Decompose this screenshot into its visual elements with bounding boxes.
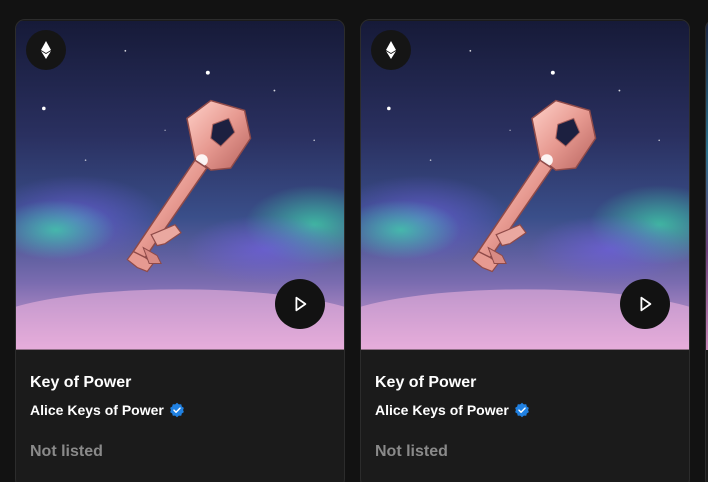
play-icon: [291, 295, 309, 313]
creator-name[interactable]: Alice Keys of Power: [375, 402, 509, 418]
nft-info: Key of Power Alice Keys of Power Not lis…: [361, 350, 689, 461]
nft-card[interactable]: Key of Power Alice Keys of Power Not lis…: [15, 19, 345, 482]
chain-badge: [371, 30, 411, 70]
verified-badge-icon: [514, 402, 530, 418]
chain-badge: [26, 30, 66, 70]
listing-status: Not listed: [30, 443, 103, 460]
creator-name[interactable]: Alice Keys of Power: [30, 402, 164, 418]
nft-media[interactable]: [16, 20, 344, 350]
listing-status: Not listed: [375, 443, 448, 460]
ethereum-icon: [36, 40, 56, 60]
nft-card[interactable]: Key of Power Alice Keys of Power Not lis…: [360, 19, 690, 482]
creator-row: Alice Keys of Power: [375, 401, 675, 419]
play-button[interactable]: [275, 279, 325, 329]
creator-row: Alice Keys of Power: [30, 401, 330, 419]
play-icon: [636, 295, 654, 313]
nft-title[interactable]: Key of Power: [375, 373, 675, 393]
nft-info: Key of Power Alice Keys of Power Not lis…: [16, 350, 344, 461]
nft-media[interactable]: [361, 20, 689, 350]
verified-badge-icon: [169, 402, 185, 418]
nft-grid: Key of Power Alice Keys of Power Not lis…: [0, 0, 708, 482]
nft-title[interactable]: Key of Power: [30, 373, 330, 393]
ethereum-icon: [381, 40, 401, 60]
play-button[interactable]: [620, 279, 670, 329]
